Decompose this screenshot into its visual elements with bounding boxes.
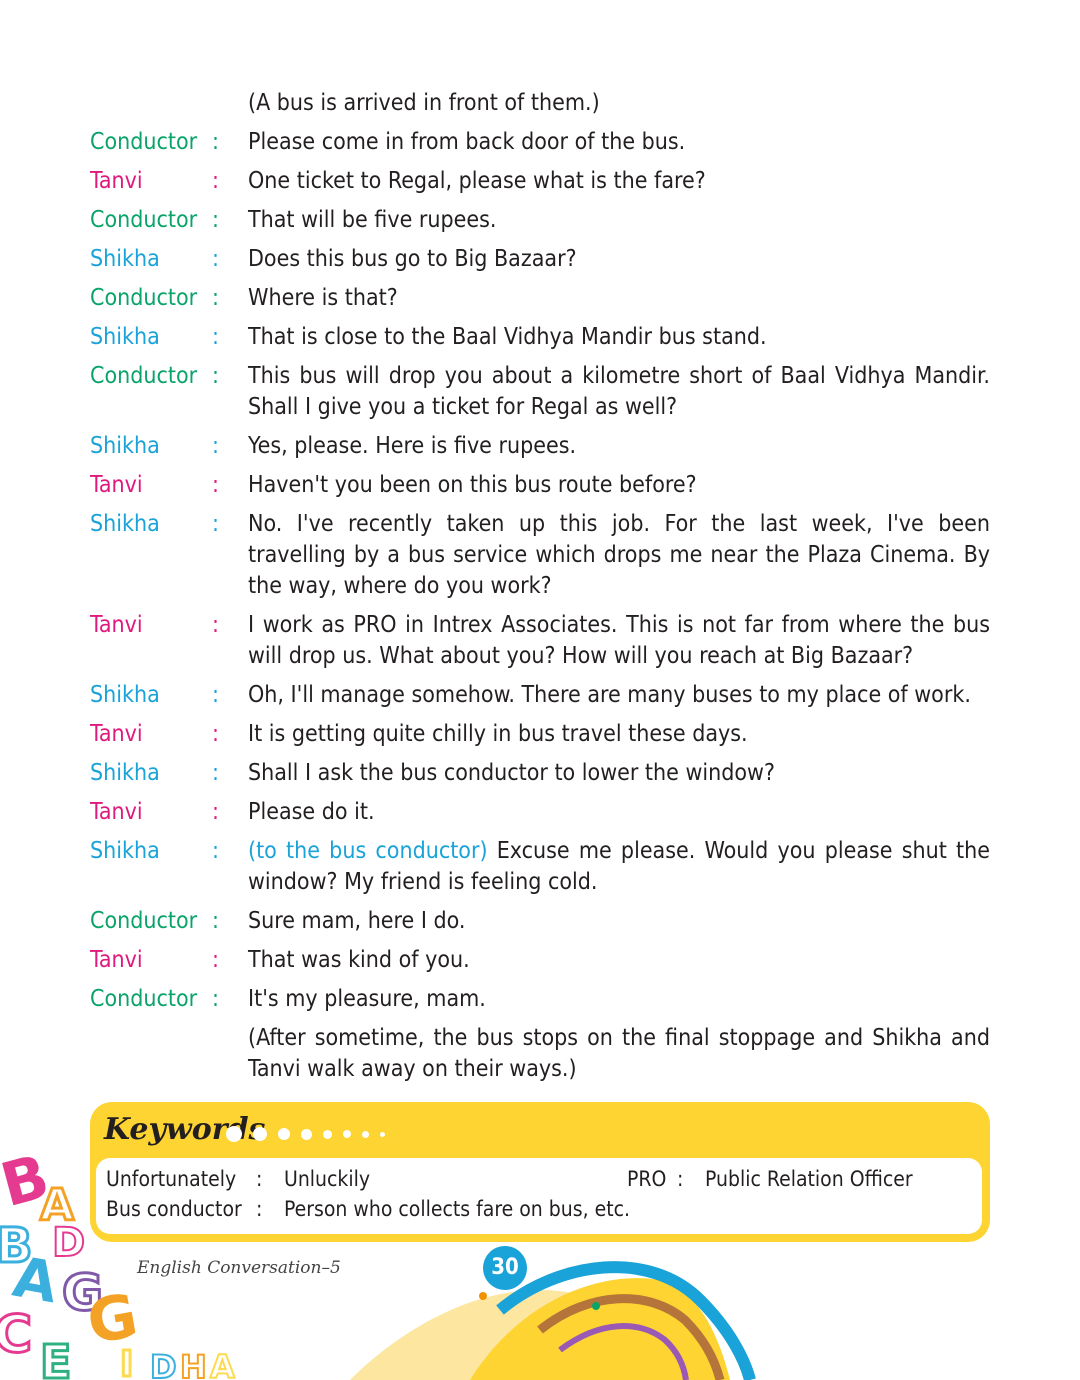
page-number: 30: [483, 1246, 527, 1290]
footer-swoosh-graphic: [350, 1261, 756, 1380]
book-title: English Conversation–5: [137, 1258, 341, 1278]
